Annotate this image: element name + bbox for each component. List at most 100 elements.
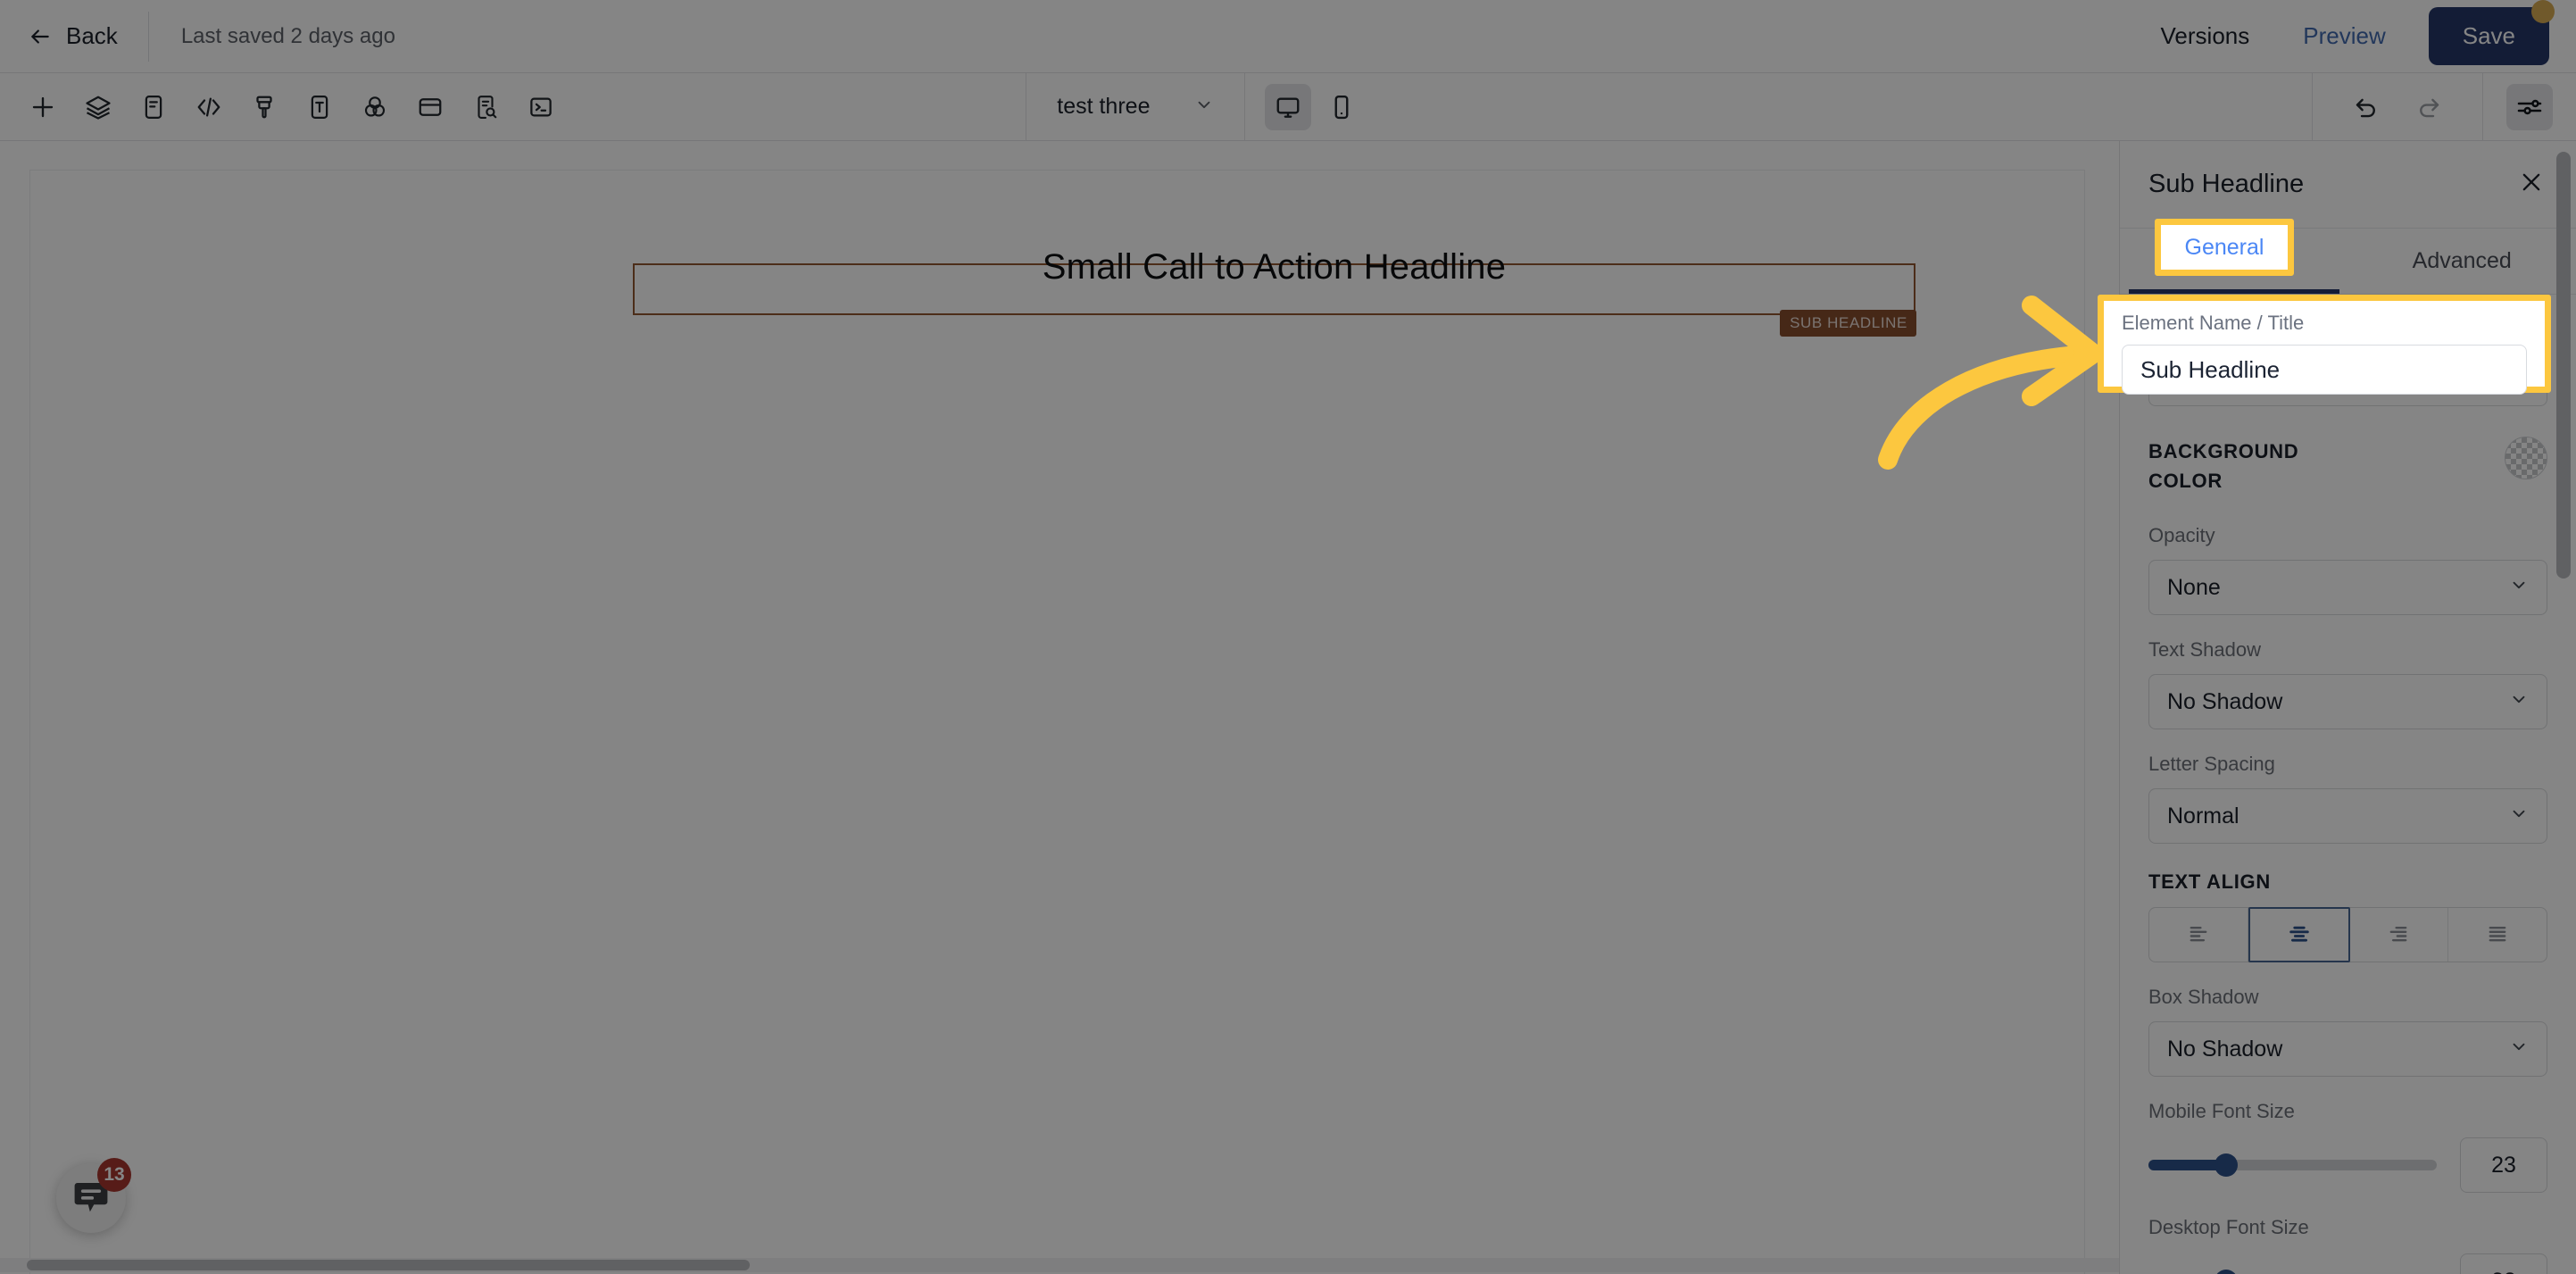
seo-button[interactable]	[462, 84, 509, 130]
text-shadow-value: No Shadow	[2167, 688, 2283, 714]
align-center-icon	[2287, 920, 2312, 950]
container-button[interactable]	[407, 84, 453, 130]
versions-button[interactable]: Versions	[2134, 22, 2277, 50]
close-icon	[2519, 170, 2544, 199]
save-button-wrapper: Save	[2428, 0, 2555, 65]
layers-button[interactable]	[75, 84, 121, 130]
text-element-button[interactable]	[296, 84, 343, 130]
desktop-font-size-value[interactable]: 23	[2460, 1253, 2547, 1274]
header-divider	[147, 11, 149, 62]
background-color-label-line1: BACKGROUND	[2148, 440, 2299, 462]
opacity-field-group: Opacity None	[2148, 501, 2547, 615]
mobile-font-size-row: 23	[2148, 1137, 2547, 1193]
add-element-button[interactable]	[20, 84, 66, 130]
panel-vertical-scrollbar-thumb[interactable]	[2556, 152, 2571, 579]
brush-icon	[251, 94, 278, 121]
element-name-field-group: Element Name / Title	[2148, 296, 2547, 406]
toolbar-separator	[2311, 72, 2313, 141]
align-right-icon	[2386, 920, 2411, 950]
chevron-down-icon	[2509, 1037, 2529, 1062]
align-justify-button[interactable]	[2448, 908, 2547, 962]
canvas-page[interactable]: Small Call to Action Headline SUB HEADLI…	[29, 170, 2085, 1274]
page-settings-button[interactable]	[130, 84, 177, 130]
dimmed-app-surface: Back Last saved 2 days ago Versions Prev…	[0, 0, 2576, 1274]
settings-toggle-wrapper	[2487, 83, 2576, 130]
settings-panel-toggle[interactable]	[2505, 83, 2553, 130]
redo-icon	[2415, 94, 2442, 121]
background-color-label-line2: COLOR	[2148, 470, 2223, 492]
letter-spacing-label: Letter Spacing	[2148, 753, 2275, 775]
toolbar-right-tools	[2308, 72, 2576, 141]
arrow-left-icon	[29, 25, 52, 48]
preview-button[interactable]: Preview	[2276, 22, 2412, 50]
chevron-down-icon	[2509, 804, 2529, 829]
document-search-icon	[472, 94, 499, 121]
mobile-view-button[interactable]	[1318, 84, 1365, 130]
align-left-icon	[2186, 920, 2211, 950]
canvas-horizontal-scrollbar-thumb[interactable]	[27, 1260, 750, 1270]
desktop-view-button[interactable]	[1265, 83, 1312, 130]
tab-advanced[interactable]: Advanced	[2348, 229, 2576, 294]
color-circles-icon	[361, 94, 388, 121]
terminal-icon	[528, 94, 554, 121]
theme-brush-button[interactable]	[241, 84, 287, 130]
slider-thumb[interactable]	[2215, 1270, 2239, 1274]
background-color-swatch[interactable]	[2505, 437, 2547, 479]
text-shadow-select[interactable]: No Shadow	[2148, 674, 2547, 729]
desktop-font-size-row: 23	[2148, 1253, 2547, 1274]
panel-title: Sub Headline	[2148, 170, 2305, 198]
toolbar-center: test three	[1026, 72, 1384, 141]
save-button[interactable]: Save	[2428, 7, 2549, 65]
align-center-button[interactable]	[2248, 907, 2350, 962]
opacity-label: Opacity	[2148, 524, 2215, 546]
selected-element-sub-headline[interactable]: Small Call to Action Headline SUB HEADLI…	[633, 247, 1916, 337]
text-align-label: TEXT ALIGN	[2148, 870, 2271, 893]
canvas-horizontal-scrollbar[interactable]	[0, 1258, 2119, 1272]
panel-close-button[interactable]	[2514, 167, 2549, 203]
element-name-label: Element Name / Title	[2148, 319, 2331, 341]
back-button[interactable]: Back	[29, 22, 118, 50]
slider-thumb[interactable]	[2215, 1153, 2239, 1177]
chevron-down-icon	[1194, 95, 1214, 119]
align-justify-icon	[2485, 920, 2510, 950]
page-builder-app: Back Last saved 2 days ago Versions Prev…	[0, 0, 2576, 1274]
desktop-font-size-label: Desktop Font Size	[2148, 1216, 2309, 1238]
mobile-font-size-slider[interactable]	[2148, 1153, 2437, 1177]
undo-button[interactable]	[2343, 84, 2389, 130]
custom-code-button[interactable]	[186, 84, 232, 130]
align-left-button[interactable]	[2149, 908, 2248, 962]
redo-button[interactable]	[2406, 84, 2452, 130]
container-icon	[417, 94, 444, 121]
element-name-input[interactable]	[2148, 354, 2547, 406]
chat-widget-button[interactable]: 13	[56, 1158, 131, 1233]
header-actions: Versions Preview Save	[2134, 0, 2576, 65]
plus-icon	[29, 94, 56, 121]
back-label: Back	[66, 22, 118, 49]
monitor-icon	[1275, 94, 1301, 121]
opacity-select[interactable]: None	[2148, 560, 2547, 615]
desktop-font-size-group: Desktop Font Size 23	[2148, 1193, 2547, 1274]
document-icon	[140, 94, 167, 121]
colors-button[interactable]	[352, 84, 398, 130]
box-shadow-select[interactable]: No Shadow	[2148, 1021, 2547, 1077]
unsaved-changes-dot	[2531, 0, 2555, 23]
panel-vertical-scrollbar[interactable]	[2556, 152, 2571, 1263]
background-color-label: BACKGROUND COLOR	[2148, 437, 2298, 495]
code-icon	[195, 94, 222, 121]
chevron-down-icon	[2509, 575, 2529, 601]
console-button[interactable]	[518, 84, 564, 130]
chevron-down-icon	[2509, 689, 2529, 715]
element-type-tag: SUB HEADLINE	[1780, 310, 1916, 337]
canvas-area[interactable]: Small Call to Action Headline SUB HEADLI…	[0, 141, 2119, 1274]
letter-spacing-select[interactable]: Normal	[2148, 788, 2547, 844]
headline-text[interactable]: Small Call to Action Headline	[635, 247, 1914, 287]
box-shadow-value: No Shadow	[2167, 1036, 2283, 1062]
page-selector[interactable]: test three	[1026, 73, 1244, 141]
mobile-font-size-value[interactable]: 23	[2460, 1137, 2547, 1193]
align-right-button[interactable]	[2349, 908, 2449, 962]
tab-general[interactable]: General	[2120, 229, 2348, 294]
letter-spacing-value: Normal	[2167, 803, 2239, 829]
text-align-group-wrapper: TEXT ALIGN	[2148, 844, 2547, 962]
toolbar-separator	[2481, 72, 2483, 141]
device-preview-group	[1245, 83, 1384, 130]
